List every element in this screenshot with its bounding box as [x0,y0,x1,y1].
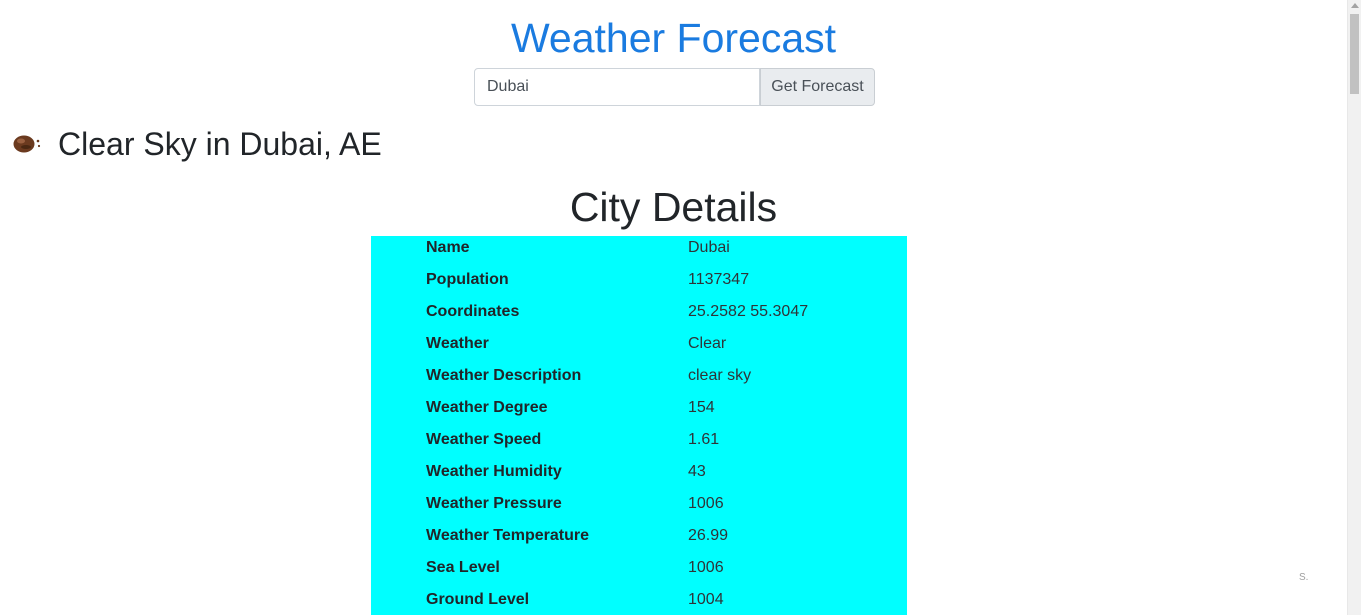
row-value: 26.99 [688,527,729,544]
row-value: clear sky [688,367,752,384]
row-label: Weather Pressure [426,495,562,512]
table-row: Weather Pressure 1006 [426,488,898,520]
table-row: Name Dubai [426,232,898,264]
row-label: Population [426,271,509,288]
weather-summary: Clear Sky in Dubai, AE [12,122,382,166]
row-label: Weather Degree [426,399,548,416]
row-label: Weather Temperature [426,527,590,544]
weather-summary-text: Clear Sky in Dubai, AE [58,126,382,162]
row-label: Weather Description [426,367,582,384]
table-row: Weather Speed 1.61 [426,424,898,456]
row-label: Sea Level [426,559,500,576]
app-title: Weather Forecast [510,15,837,61]
row-label: Ground Level [426,591,530,608]
table-row: Weather Degree 154 [426,392,898,424]
scrollbar-thumb[interactable] [1350,14,1359,94]
row-value: 154 [688,399,715,416]
scroll-up-arrow-icon[interactable] [1351,3,1359,8]
clear-sky-weather-icon [12,129,42,159]
row-label: Weather Humidity [426,463,562,480]
city-details-panel: Name Dubai Population 1137347 Coordinate… [371,236,907,615]
city-details-table: Name Dubai Population 1137347 Coordinate… [426,232,898,615]
row-value: Clear [688,335,727,352]
search-bar: Get Forecast [474,68,875,106]
row-value: 25.2582 55.3047 [688,303,809,320]
row-value: 1004 [688,591,724,608]
table-row: Ground Level 1004 [426,584,898,615]
row-label: Weather Speed [426,431,542,448]
table-row: Coordinates 25.2582 55.3047 [426,296,898,328]
row-label: Name [426,239,470,256]
row-label: Coordinates [426,303,520,320]
table-row: Population 1137347 [426,264,898,296]
corner-mark: S. [1299,572,1309,583]
table-row: Weather Humidity 43 [426,456,898,488]
row-value: 1006 [688,495,724,512]
row-value: 43 [688,463,706,480]
city-input[interactable] [474,68,760,106]
table-row: Sea Level 1006 [426,552,898,584]
row-value: 1.61 [688,431,720,448]
row-label: Weather [426,335,489,352]
row-value: 1137347 [688,271,750,288]
table-row: Weather Clear [426,328,898,360]
row-value: Dubai [688,239,730,256]
city-details-title: City Details [569,184,778,230]
table-row: Weather Description clear sky [426,360,898,392]
get-forecast-button[interactable]: Get Forecast [760,68,875,106]
table-row: Weather Temperature 26.99 [426,520,898,552]
row-value: 1006 [688,559,724,576]
page: Weather Forecast Get Forecast Clear Sky … [0,0,1361,615]
vertical-scrollbar[interactable] [1347,0,1361,615]
